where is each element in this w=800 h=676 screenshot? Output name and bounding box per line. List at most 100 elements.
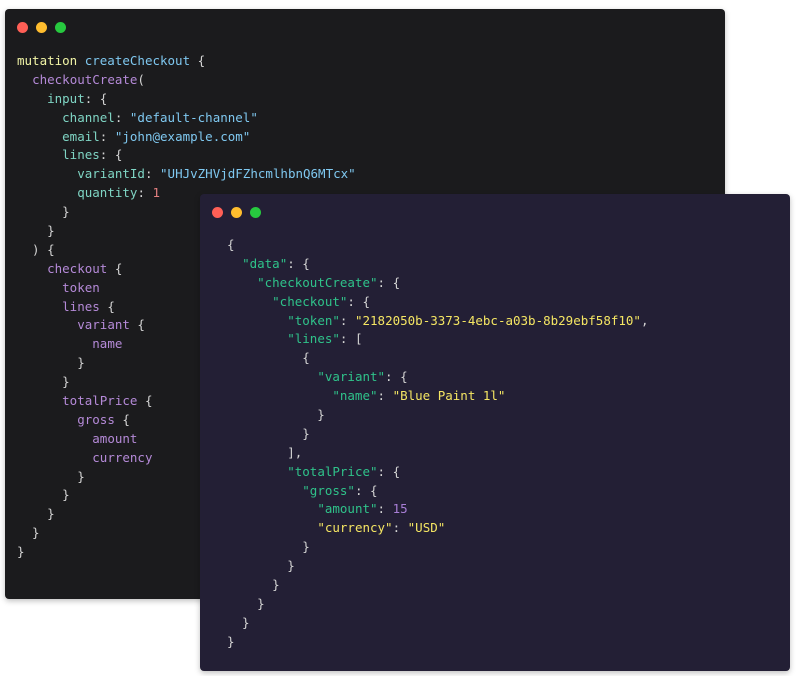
code-token: "name" [332,388,378,404]
code-token: "USD" [407,520,446,536]
code-token: "UHJvZHVjdFZhcmlhbnQ6MTcx" [160,166,356,182]
code-token: : [377,501,393,517]
maximize-dot-icon[interactable] [55,22,66,33]
code-line: mutation createCheckout { [17,52,356,71]
code-token: } [17,468,85,484]
code-token: : { [377,274,401,290]
code-token: email [62,128,100,144]
code-token: input [47,90,85,106]
code-token: : [ [339,331,363,347]
code-line: "lines": [ [227,330,648,349]
code-line: "checkoutCreate": { [227,274,648,293]
code-line: { [227,349,648,368]
code-token: gross [77,411,115,427]
code-line: } [227,614,648,633]
code-token: "data" [242,255,288,271]
code-token: ) { [17,241,55,257]
maximize-dot-icon[interactable] [250,207,261,218]
code-token: "amount" [317,501,378,517]
code-token: channel [62,109,115,125]
code-token: } [227,614,250,630]
code-token: } [17,355,85,371]
code-token: { [137,393,153,409]
code-token: : [377,388,393,404]
code-line: "currency": "USD" [227,519,648,538]
code-token: variantId [77,166,145,182]
code-line: } [227,576,648,595]
code-token: "variant" [317,369,386,385]
code-token: : { [287,255,310,271]
code-token: } [17,544,25,560]
code-line: checkoutCreate( [17,71,356,90]
code-token: "token" [287,312,340,328]
code-token: } [227,407,325,423]
response-code-block: { "data": { "checkoutCreate": { "checkou… [227,236,648,652]
close-dot-icon[interactable] [17,22,28,33]
code-line: } [227,595,648,614]
code-token: } [17,506,55,522]
code-token: : [114,109,130,125]
code-token: : { [354,482,378,498]
code-line: email: "john@example.com" [17,128,356,147]
code-token: "checkoutCreate" [257,274,378,290]
json-response-window: { "data": { "checkoutCreate": { "checkou… [200,194,790,671]
code-token: : { [84,90,108,106]
code-token: token [62,279,100,295]
code-token: "currency" [317,520,393,536]
close-dot-icon[interactable] [212,207,223,218]
code-token: checkoutCreate [32,71,138,87]
code-line: "data": { [227,255,648,274]
code-token: lines [62,147,100,163]
code-line: } [227,557,648,576]
code-token: } [227,633,235,649]
code-token: } [227,539,310,555]
code-token: } [17,487,70,503]
code-token: "lines" [287,331,340,347]
code-token: 1 [152,185,161,201]
code-token: { [227,350,310,366]
code-line: "name": "Blue Paint 1l" [227,387,648,406]
code-token: totalPrice [62,393,138,409]
code-token: variant [77,317,130,333]
code-token: : { [385,369,408,385]
code-token: { [107,260,123,276]
code-token: : [144,166,161,182]
code-line: } [227,406,648,425]
code-token: } [227,558,295,574]
code-token: : [137,185,153,201]
minimize-dot-icon[interactable] [36,22,47,33]
code-token: { [114,411,130,427]
code-token: checkout [47,260,108,276]
code-token: createCheckout [84,53,191,68]
code-line: } [227,425,648,444]
code-token: } [227,425,310,441]
code-token: : [392,520,408,536]
code-line: "amount": 15 [227,500,648,519]
code-token: "totalPrice" [287,463,378,479]
code-line: input: { [17,90,356,109]
code-token: : [99,128,115,144]
code-token: } [17,525,40,541]
code-token: : [339,312,355,328]
minimize-dot-icon[interactable] [231,207,242,218]
code-token: amount [92,430,138,446]
code-line: variantId: "UHJvZHVjdFZhcmlhbnQ6MTcx" [17,165,356,184]
code-token: , [640,312,649,328]
